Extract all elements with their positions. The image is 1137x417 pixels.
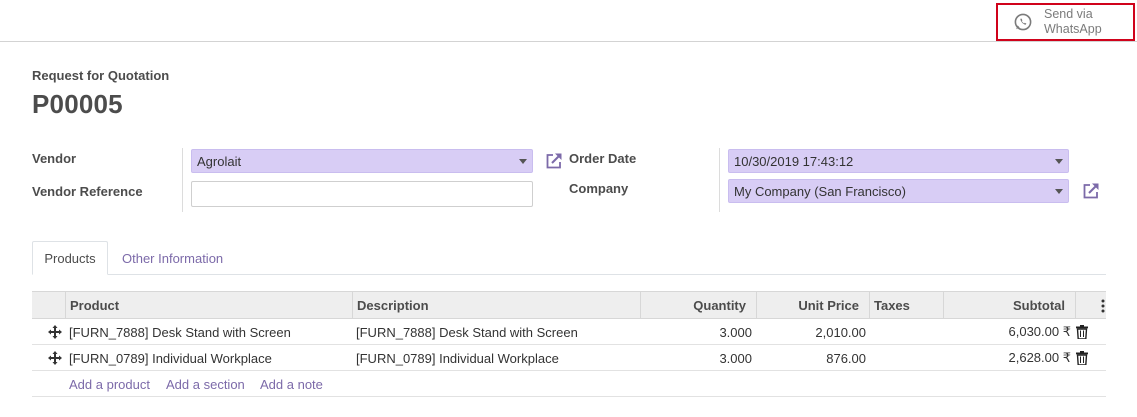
tab-products[interactable]: Products	[32, 241, 108, 275]
add-section-link[interactable]: Add a section	[166, 377, 245, 392]
description-cell[interactable]: [FURN_0789] Individual Workplace	[356, 345, 559, 371]
external-link-icon[interactable]	[544, 151, 564, 171]
optional-columns-toggle[interactable]	[1075, 292, 1106, 319]
company-label: Company	[569, 181, 629, 196]
add-line-row: Add a product Add a section Add a note	[32, 371, 1106, 397]
trash-icon[interactable]	[1076, 351, 1088, 365]
subtotal-cell: 6,030.00 ₹	[1008, 324, 1072, 339]
table-row[interactable]: [FURN_7888] Desk Stand with Screen [FURN…	[32, 319, 1106, 345]
order-date-field[interactable]: 10/30/2019 17:43:12	[728, 149, 1069, 173]
subtotal-cell: 2,628.00 ₹	[1008, 350, 1072, 365]
product-cell[interactable]: [FURN_0789] Individual Workplace	[69, 345, 272, 371]
vendor-value: Agrolait	[197, 153, 242, 169]
drag-handle-icon[interactable]	[48, 325, 62, 339]
column-subtotal[interactable]: Subtotal	[943, 292, 1075, 319]
quantity-cell[interactable]: 3.000	[640, 345, 752, 371]
tab-other-information[interactable]: Other Information	[122, 241, 223, 275]
vendor-label: Vendor	[32, 151, 77, 166]
column-product[interactable]: Product	[65, 292, 352, 319]
field-separator	[719, 148, 720, 212]
send-via-whatsapp-button[interactable]: Send via WhatsApp	[996, 3, 1135, 41]
chevron-down-icon	[519, 159, 527, 164]
description-cell[interactable]: [FURN_7888] Desk Stand with Screen	[356, 319, 578, 345]
column-description[interactable]: Description	[352, 292, 640, 319]
column-quantity[interactable]: Quantity	[640, 292, 756, 319]
control-panel: Send via WhatsApp	[0, 0, 1137, 42]
notebook-tabs: Products Other Information	[32, 241, 1106, 275]
column-taxes[interactable]: Taxes	[869, 292, 943, 319]
chevron-down-icon	[1055, 159, 1063, 164]
trash-icon[interactable]	[1076, 325, 1088, 339]
order-date-value: 10/30/2019 17:43:12	[734, 153, 854, 169]
vertical-dots-icon	[1101, 299, 1105, 313]
whatsapp-icon	[1012, 11, 1034, 33]
chevron-down-icon	[1055, 189, 1063, 194]
company-value: My Company (San Francisco)	[734, 183, 906, 199]
order-lines-table: Product Description Quantity Unit Price …	[32, 291, 1106, 397]
drag-handle-icon[interactable]	[48, 351, 62, 365]
order-date-label: Order Date	[569, 151, 637, 166]
whatsapp-label-line1: Send via	[1044, 7, 1093, 21]
add-product-link[interactable]: Add a product	[69, 377, 150, 392]
quantity-cell[interactable]: 3.000	[640, 319, 752, 345]
table-row[interactable]: [FURN_0789] Individual Workplace [FURN_0…	[32, 345, 1106, 371]
add-note-link[interactable]: Add a note	[260, 377, 323, 392]
column-unit-price[interactable]: Unit Price	[756, 292, 869, 319]
vendor-reference-input[interactable]	[191, 181, 533, 207]
product-cell[interactable]: [FURN_7888] Desk Stand with Screen	[69, 319, 291, 345]
document-type-label: Request for Quotation	[32, 68, 170, 83]
vendor-select[interactable]: Agrolait	[191, 149, 533, 173]
company-select[interactable]: My Company (San Francisco)	[728, 179, 1069, 203]
send-via-whatsapp-label: Send via WhatsApp	[1044, 7, 1114, 37]
page-title: P00005	[32, 89, 123, 119]
whatsapp-label-line2: WhatsApp	[1044, 22, 1102, 36]
unit-price-cell[interactable]: 876.00	[756, 345, 866, 371]
external-link-icon[interactable]	[1081, 181, 1101, 201]
vendor-reference-label: Vendor Reference	[32, 184, 143, 199]
table-header: Product Description Quantity Unit Price …	[32, 291, 1106, 319]
handle-column-header	[32, 292, 65, 319]
field-separator	[182, 148, 183, 212]
unit-price-cell[interactable]: 2,010.00	[756, 319, 866, 345]
